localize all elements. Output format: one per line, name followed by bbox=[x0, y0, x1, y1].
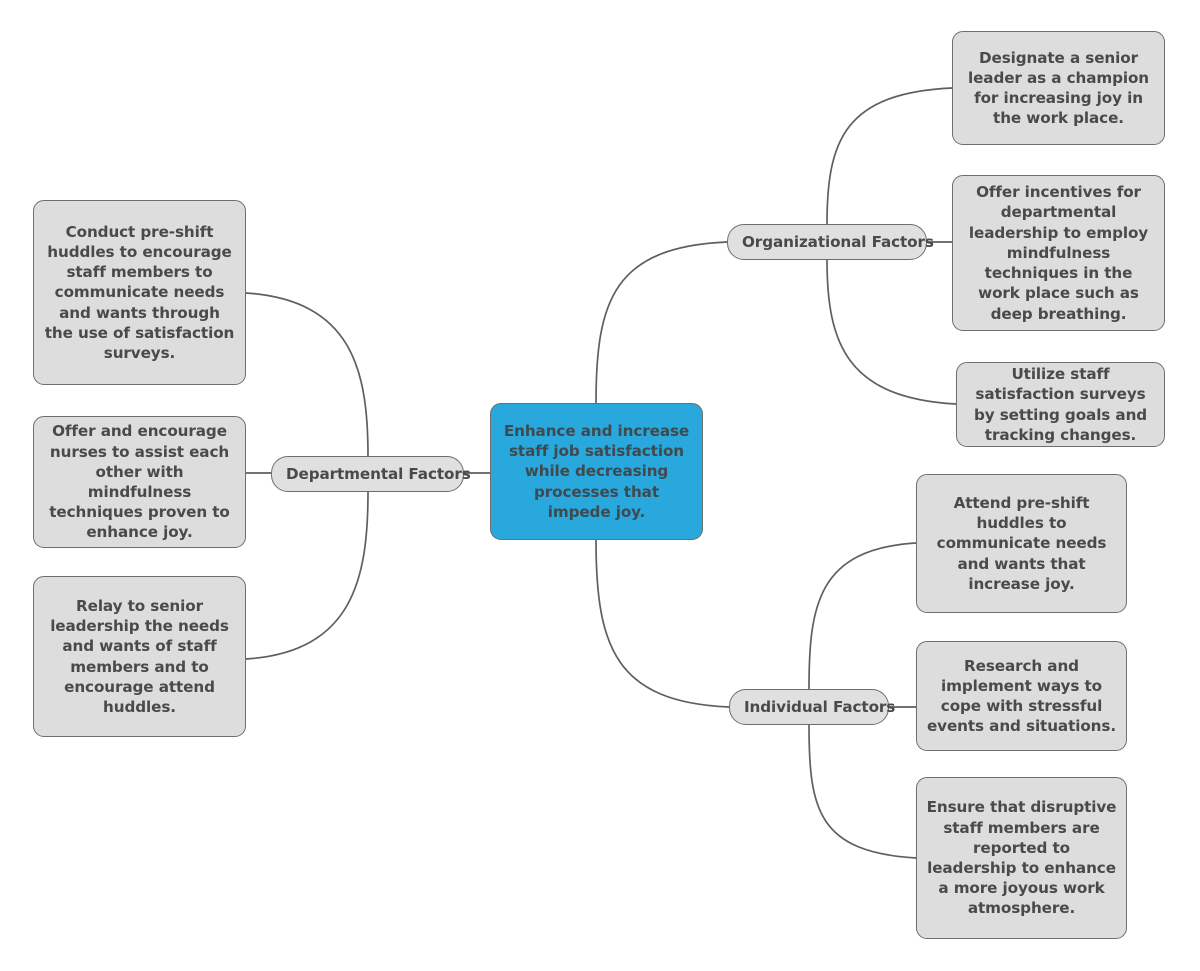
branch-node-label: Departmental Factors bbox=[286, 464, 471, 483]
leaf-node-label: Utilize staff satisfaction surveys by se… bbox=[973, 365, 1148, 444]
branch-node-organizational[interactable]: Organizational Factors bbox=[727, 224, 934, 260]
branch-node-label: Organizational Factors bbox=[742, 232, 934, 251]
leaf-node-label: Ensure that disruptive staff members are… bbox=[926, 798, 1117, 918]
leaf-node-dept-child-2[interactable]: Offer and encourage nurses to assist eac… bbox=[33, 416, 246, 548]
connector-organizational-to-child-3 bbox=[826, 259, 957, 405]
leaf-node-dept-child-3[interactable]: Relay to senior leadership the needs and… bbox=[33, 576, 246, 737]
leaf-node-label: Offer and encourage nurses to assist eac… bbox=[49, 422, 230, 542]
leaf-node-label: Attend pre-shift huddles to communicate … bbox=[936, 493, 1107, 593]
leaf-node-ind-child-2[interactable]: Research and implement ways to cope with… bbox=[916, 641, 1127, 751]
connector-individual-to-child-3 bbox=[808, 724, 917, 859]
central-node-label: Enhance and increase staff job satisfact… bbox=[503, 421, 690, 521]
connector-organizational-to-child-1 bbox=[826, 87, 953, 225]
leaf-node-org-child-3[interactable]: Utilize staff satisfaction surveys by se… bbox=[956, 362, 1165, 447]
leaf-node-label: Offer incentives for departmental leader… bbox=[968, 183, 1149, 323]
central-node[interactable]: Enhance and increase staff job satisfact… bbox=[490, 403, 703, 540]
connector-individual-to-child-1 bbox=[808, 542, 917, 690]
leaf-node-org-child-1[interactable]: Designate a senior leader as a champion … bbox=[952, 31, 1165, 145]
leaf-node-ind-child-1[interactable]: Attend pre-shift huddles to communicate … bbox=[916, 474, 1127, 613]
leaf-node-org-child-2[interactable]: Offer incentives for departmental leader… bbox=[952, 175, 1165, 331]
branch-node-departmental[interactable]: Departmental Factors bbox=[271, 456, 471, 492]
branch-node-label: Individual Factors bbox=[744, 697, 896, 716]
mindmap-canvas: Enhance and increase staff job satisfact… bbox=[0, 0, 1200, 971]
connector-central-to-organizational bbox=[595, 241, 728, 404]
leaf-node-label: Relay to senior leadership the needs and… bbox=[50, 596, 229, 716]
connector-central-to-individual bbox=[595, 539, 730, 708]
leaf-node-ind-child-3[interactable]: Ensure that disruptive staff members are… bbox=[916, 777, 1127, 939]
branch-node-individual[interactable]: Individual Factors bbox=[729, 689, 896, 725]
leaf-node-label: Conduct pre-shift huddles to encourage s… bbox=[44, 222, 235, 363]
connector-departmental-to-child-1 bbox=[245, 292, 369, 457]
connector-departmental-to-child-3 bbox=[245, 491, 369, 660]
leaf-node-label: Research and implement ways to cope with… bbox=[926, 656, 1116, 736]
leaf-node-label: Designate a senior leader as a champion … bbox=[967, 48, 1150, 128]
leaf-node-dept-child-1[interactable]: Conduct pre-shift huddles to encourage s… bbox=[33, 200, 246, 385]
